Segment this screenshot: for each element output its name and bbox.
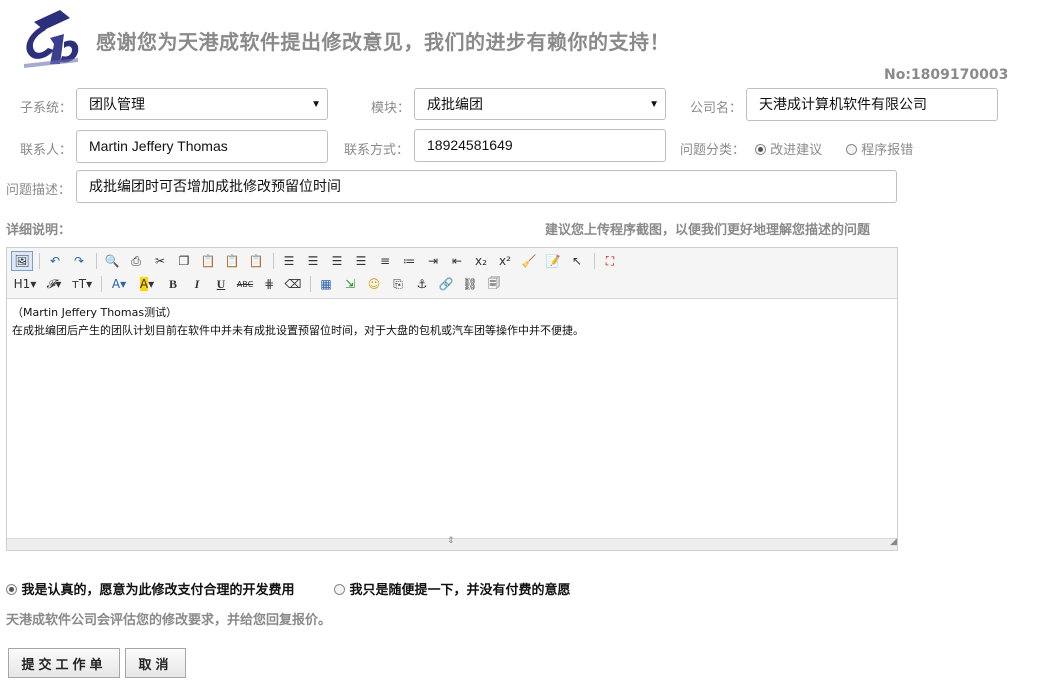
resize-handle-icon[interactable]: ⇕ <box>447 536 455 546</box>
chevron-down-icon: ▼ <box>649 99 659 110</box>
link-icon[interactable]: 🔗 <box>435 274 457 294</box>
contact-name-field[interactable]: Martin Jeffery Thomas <box>76 130 328 163</box>
chevron-down-icon: ▼ <box>311 99 321 110</box>
toolbar-divider <box>594 253 595 269</box>
quote-note: 天港成软件公司会评估您的修改要求，并给您回复报价。 <box>6 613 332 628</box>
toolbar-divider <box>101 276 102 292</box>
detail-label: 详细说明： <box>6 223 72 238</box>
anchor-icon[interactable]: ⚓ <box>411 274 433 294</box>
editor-content[interactable]: （Martin Jeffery Thomas测试） 在成批编团后产生的团队计划目… <box>12 304 892 340</box>
toolbar-divider <box>39 253 40 269</box>
align-left-icon[interactable]: ☰ <box>278 251 300 271</box>
copy-icon[interactable]: ❐ <box>173 251 195 271</box>
align-center-icon[interactable]: ☰ <box>302 251 324 271</box>
editor-line: 在成批编团后产生的团队计划目前在软件中并未有成批设置预留位时间，对于大盘的包机或… <box>12 324 584 337</box>
module-select[interactable]: 成批编团 ▼ <box>414 88 666 120</box>
category-label: 问题分类： <box>680 143 746 158</box>
toolbar-divider <box>96 253 97 269</box>
preview-icon[interactable]: 🔍 <box>101 251 123 271</box>
paste-icon[interactable]: 📋 <box>197 251 219 271</box>
emoji-icon[interactable]: ☺ <box>363 274 385 294</box>
radio-selected-icon[interactable] <box>755 144 766 155</box>
table-icon[interactable]: ▦ <box>315 274 337 294</box>
outdent-icon[interactable]: ⇤ <box>446 251 468 271</box>
ticket-number: No:1809170003 <box>884 67 1009 83</box>
align-right-icon[interactable]: ☰ <box>326 251 348 271</box>
template-icon[interactable]: 🗐 <box>483 274 505 294</box>
toolbar-divider <box>273 253 274 269</box>
undo-icon[interactable]: ↶ <box>44 251 66 271</box>
contact-info-label: 联系方式： <box>344 143 410 158</box>
cancel-button[interactable]: 取消 <box>125 648 186 678</box>
radio-selected-icon[interactable] <box>6 584 17 595</box>
rich-text-editor[interactable]: 🖼 ↶ ↷ 🔍 ⎙ ✂ ❐ 📋 📋 📋 ☰ ☰ ☰ ☰ ≡ ≔ ⇥ ⇤ x₂ x… <box>6 247 898 551</box>
indent-icon[interactable]: ⇥ <box>422 251 444 271</box>
subscript-icon[interactable]: x₂ <box>470 251 492 271</box>
radio-icon[interactable] <box>334 584 345 595</box>
font-family-dropdown[interactable]: 𝓕 ▾ <box>41 274 67 294</box>
highlight-color-icon[interactable]: A ▾ <box>134 274 160 294</box>
resize-corner-icon[interactable]: ◢ <box>890 537 897 547</box>
fullscreen-icon[interactable]: ⛶ <box>599 251 621 271</box>
cut-icon[interactable]: ✂ <box>149 251 171 271</box>
company-field[interactable]: 天港成计算机软件有限公司 <box>746 88 998 121</box>
editor-toolbar: 🖼 ↶ ↷ 🔍 ⎙ ✂ ❐ 📋 📋 📋 ☰ ☰ ☰ ☰ ≡ ≔ ⇥ ⇤ x₂ x… <box>7 248 897 299</box>
font-color-icon[interactable]: A ▾ <box>106 274 132 294</box>
heading-dropdown[interactable]: H1 ▾ <box>11 274 39 294</box>
font-size-dropdown[interactable]: тT ▾ <box>69 274 95 294</box>
subsystem-select[interactable]: 团队管理 ▼ <box>76 88 328 120</box>
description-label: 问题描述： <box>6 183 72 198</box>
editor-line: （Martin Jeffery Thomas测试） <box>12 306 178 319</box>
paste-word-icon[interactable]: 📋 <box>245 251 267 271</box>
strikethrough-icon[interactable]: ABC <box>234 274 256 294</box>
superscript-icon[interactable]: x² <box>494 251 516 271</box>
category-option-bug[interactable]: 程序报错 <box>846 139 913 158</box>
subsystem-value: 团队管理 <box>89 96 145 112</box>
image-upload-icon[interactable]: 🖼 <box>11 251 33 271</box>
contact-label: 联系人： <box>20 143 73 158</box>
cursor-icon[interactable]: ↖ <box>566 251 588 271</box>
unlink-icon[interactable]: ⛓ <box>459 274 481 294</box>
contact-phone-field[interactable]: 18924581649 <box>414 129 666 162</box>
module-value: 成批编团 <box>427 96 483 112</box>
upload-hint: 建议您上传程序截图，以便我们更好地理解您描述的问题 <box>545 223 871 238</box>
select-all-icon[interactable]: 📝 <box>542 251 564 271</box>
print-icon[interactable]: ⎙ <box>125 251 147 271</box>
company-logo <box>24 10 79 68</box>
company-label: 公司名： <box>690 101 743 116</box>
page-title: 感谢您为天港成软件提出修改意见，我们的进步有赖你的支持！ <box>96 30 670 54</box>
submit-ticket-button[interactable]: 提交工作单 <box>8 648 120 678</box>
bold-icon[interactable]: B <box>162 274 184 294</box>
eraser-icon[interactable]: ⌫ <box>282 274 304 294</box>
underline-icon[interactable]: U <box>210 274 232 294</box>
module-label: 模块： <box>371 101 411 116</box>
horizontal-rule-icon[interactable]: ⋕ <box>258 274 280 294</box>
redo-icon[interactable]: ↷ <box>68 251 90 271</box>
ordered-list-icon[interactable]: ≡ <box>374 251 396 271</box>
italic-icon[interactable]: I <box>186 274 208 294</box>
paste-text-icon[interactable]: 📋 <box>221 251 243 271</box>
payment-option-free[interactable]: 我只是随便提一下，并没有付费的意愿 <box>334 579 571 598</box>
justify-icon[interactable]: ☰ <box>350 251 372 271</box>
radio-icon[interactable] <box>846 144 857 155</box>
subsystem-label: 子系统： <box>20 101 73 116</box>
description-field[interactable]: 成批编团时可否增加成批修改预留位时间 <box>76 170 897 203</box>
page-break-icon[interactable]: ⎘ <box>387 274 409 294</box>
category-option-suggestion[interactable]: 改进建议 <box>755 139 822 158</box>
insert-row-icon[interactable]: ⇲ <box>339 274 361 294</box>
payment-option-paid[interactable]: 我是认真的，愿意为此修改支付合理的开发费用 <box>6 579 295 598</box>
clear-format-icon[interactable]: 🧹 <box>518 251 540 271</box>
toolbar-divider <box>310 276 311 292</box>
editor-resize-bar[interactable]: ⇕ ◢ <box>7 536 897 550</box>
unordered-list-icon[interactable]: ≔ <box>398 251 420 271</box>
